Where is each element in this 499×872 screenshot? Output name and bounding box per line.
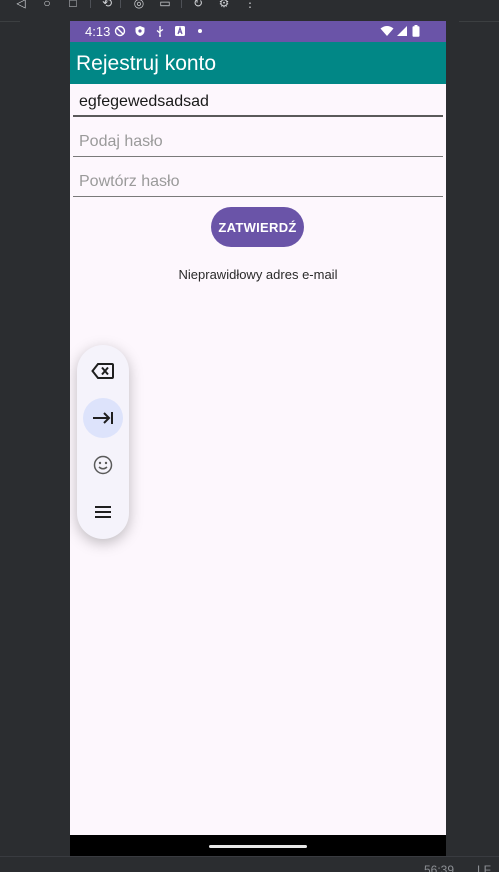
settings-icon[interactable]: ⚙ (217, 0, 231, 10)
home-icon[interactable]: ○ (40, 0, 54, 10)
submit-button[interactable]: ZATWIERDŹ (211, 207, 304, 247)
email-field[interactable] (73, 83, 443, 117)
toolbar-divider (90, 0, 91, 8)
password-input[interactable] (79, 132, 429, 152)
app-title: Rejestruj konto (76, 52, 217, 75)
shield-icon (135, 26, 145, 36)
keyboard-icon (175, 26, 185, 36)
toolbar-divider (120, 0, 121, 8)
floating-keyboard-toolbar (77, 345, 129, 539)
dot-icon (198, 29, 202, 33)
screenshot-icon[interactable]: ◎ (132, 0, 146, 10)
password-field[interactable] (73, 123, 443, 157)
repeat-password-field[interactable] (73, 163, 443, 197)
emoji-icon (93, 455, 113, 475)
editor-divider (459, 21, 499, 22)
record-icon[interactable]: ▭ (158, 0, 172, 10)
error-message: Nieprawidłowy adres e-mail (178, 267, 338, 282)
tab-button[interactable] (83, 398, 123, 438)
home-gesture-handle[interactable] (209, 845, 307, 848)
status-bar: 4:13 (70, 21, 446, 42)
signal-icon (397, 26, 407, 36)
repeat-password-input[interactable] (79, 172, 429, 192)
menu-button[interactable] (83, 492, 123, 532)
status-time: 4:13 (85, 24, 111, 39)
app-bar: Rejestruj konto (70, 42, 446, 84)
rotate-icon[interactable]: ⟲ (100, 0, 114, 10)
snapshot-icon[interactable]: ↻ (191, 0, 205, 10)
tab-icon (93, 412, 113, 424)
overview-icon[interactable]: □ (66, 0, 80, 10)
cursor-position[interactable]: 56:39 (424, 863, 454, 872)
device-screen: 4:13 Rejestruj konto egfegewedsadsad Pod… (70, 21, 446, 856)
ide-status-bar: 56:39 LF (0, 856, 499, 872)
emulator-toolbar: ◁ ○ □ ⟲ ◎ ▭ ↻ ⚙ ⋮ (0, 0, 499, 16)
backspace-button[interactable] (83, 351, 123, 391)
battery-icon (412, 25, 420, 37)
wifi-icon (380, 26, 394, 36)
line-separator[interactable]: LF (477, 863, 491, 872)
email-input[interactable] (79, 92, 429, 112)
back-icon[interactable]: ◁ (14, 0, 28, 10)
navigation-bar (70, 835, 446, 856)
toolbar-divider (181, 0, 182, 8)
editor-divider (0, 21, 20, 22)
more-icon[interactable]: ⋮ (243, 0, 257, 10)
emoji-button[interactable] (83, 445, 123, 485)
vpn-icon (114, 25, 126, 37)
menu-icon (95, 506, 111, 518)
usb-icon (156, 26, 164, 37)
backspace-icon (91, 363, 114, 379)
